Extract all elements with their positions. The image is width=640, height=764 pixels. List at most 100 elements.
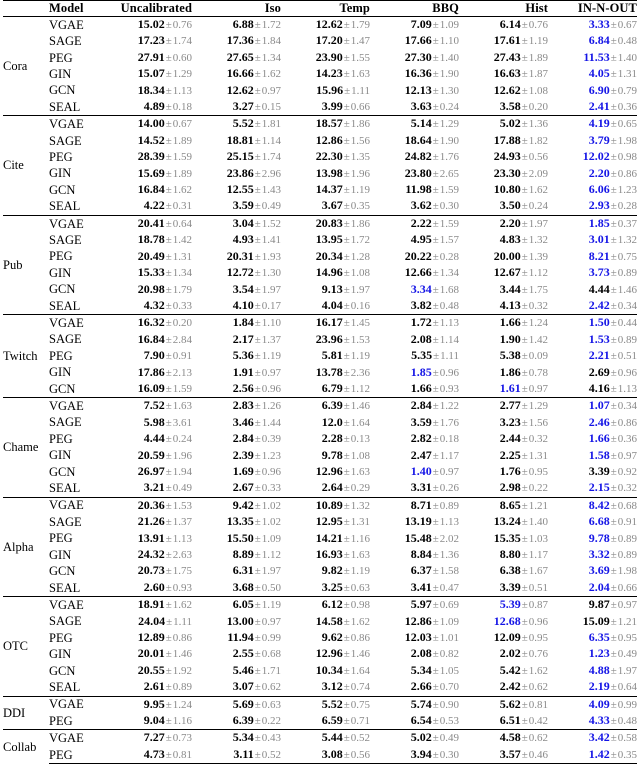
plus-minus-icon: ± bbox=[432, 267, 439, 280]
group-label-chame: Chame bbox=[3, 397, 49, 498]
metric-cell: 9.87±0.97 bbox=[548, 596, 637, 614]
plus-minus-icon: ± bbox=[432, 449, 439, 462]
model-label: SAGE bbox=[49, 232, 82, 247]
plus-minus-icon: ± bbox=[165, 400, 172, 413]
mean-value: 4.44 bbox=[143, 431, 165, 446]
std-value: 1.34 bbox=[439, 267, 459, 280]
metric-cell: 18.81±1.14 bbox=[192, 133, 281, 149]
metric-cell: 6.51±0.42 bbox=[459, 713, 548, 730]
mean-value: 23.30 bbox=[493, 165, 521, 180]
mean-value: 2.60 bbox=[143, 579, 165, 594]
std-value: 1.02 bbox=[261, 516, 281, 529]
table-row: GCN 20.55±1.92 5.46±1.71 10.34±1.64 5.34±1.0… bbox=[3, 663, 637, 679]
mean-value: 9.82 bbox=[321, 563, 343, 578]
table-row: GCN 20.73±1.75 6.31±1.97 9.82±1.19 6.37±1.58… bbox=[3, 563, 637, 579]
plus-minus-icon: ± bbox=[610, 482, 617, 495]
best-value: 8.21 bbox=[588, 248, 610, 263]
metric-cell: 27.91±0.60 bbox=[103, 50, 192, 66]
plus-minus-icon: ± bbox=[165, 19, 172, 31]
mean-value: 20.41 bbox=[137, 215, 165, 230]
plus-minus-icon: ± bbox=[254, 118, 261, 131]
plus-minus-icon: ± bbox=[343, 151, 350, 164]
mean-value: 9.95 bbox=[143, 696, 165, 711]
plus-minus-icon: ± bbox=[343, 299, 350, 312]
mean-value: 3.57 bbox=[499, 746, 521, 761]
metric-cell: 12.86±1.56 bbox=[281, 133, 370, 149]
table-row: SAGE 14.52±1.89 18.81±1.14 12.86±1.56 18.64±… bbox=[3, 133, 637, 149]
plus-minus-icon: ± bbox=[521, 101, 528, 114]
metric-cell: 18.34±1.13 bbox=[103, 83, 192, 99]
std-value: 1.17 bbox=[439, 449, 459, 462]
metric-cell: 2.82±0.18 bbox=[370, 431, 459, 447]
std-value: 1.58 bbox=[439, 565, 459, 578]
mean-value: 12.0 bbox=[321, 414, 343, 429]
std-value: 1.59 bbox=[439, 217, 459, 230]
mean-value: 1.84 bbox=[232, 315, 254, 330]
metric-cell: 15.09±1.21 bbox=[548, 614, 637, 630]
std-value: 1.93 bbox=[261, 250, 281, 263]
metric-cell: 10.80±1.62 bbox=[459, 182, 548, 198]
plus-minus-icon: ± bbox=[610, 101, 617, 114]
mean-value: 4.83 bbox=[499, 232, 521, 247]
metric-cell: 13.95±1.72 bbox=[281, 232, 370, 248]
mean-value: 23.86 bbox=[226, 165, 254, 180]
plus-minus-icon: ± bbox=[254, 465, 261, 478]
metric-cell: 2.04±0.66 bbox=[548, 580, 637, 597]
mean-value: 6.59 bbox=[321, 713, 343, 728]
plus-minus-icon: ± bbox=[521, 615, 528, 628]
mean-value: 2.56 bbox=[232, 380, 254, 395]
plus-minus-icon: ± bbox=[254, 732, 261, 745]
model-label: SAGE bbox=[49, 514, 82, 529]
std-value: 0.98 bbox=[617, 151, 637, 164]
mean-value: 24.32 bbox=[137, 547, 165, 561]
std-value: 0.46 bbox=[528, 748, 548, 761]
std-value: 0.43 bbox=[261, 732, 281, 745]
std-value: 1.14 bbox=[261, 134, 281, 147]
mean-value: 3.07 bbox=[232, 679, 254, 694]
metric-cell: 3.33±0.67 bbox=[548, 17, 637, 34]
mean-value: 2.77 bbox=[499, 398, 521, 413]
std-value: 0.62 bbox=[528, 681, 548, 694]
metric-cell: 2.77±1.29 bbox=[459, 397, 548, 415]
metric-cell: 22.30±1.35 bbox=[281, 149, 370, 165]
std-value: 1.19 bbox=[350, 184, 370, 197]
std-value: 1.08 bbox=[528, 84, 548, 97]
mean-value: 21.26 bbox=[137, 514, 165, 529]
std-value: 0.49 bbox=[172, 482, 192, 495]
mean-value: 3.39 bbox=[499, 579, 521, 594]
plus-minus-icon: ± bbox=[165, 250, 172, 263]
std-value: 1.64 bbox=[350, 416, 370, 429]
plus-minus-icon: ± bbox=[165, 283, 172, 296]
table-row: Chame VGAE 7.52±1.63 2.83±1.26 6.39±1.46 2.84… bbox=[3, 397, 637, 498]
std-value: 0.75 bbox=[617, 250, 637, 263]
mean-value: 14.21 bbox=[315, 530, 343, 545]
metric-cell: 2.67±0.33 bbox=[192, 480, 281, 497]
column-header-model: Model bbox=[49, 0, 103, 17]
std-value: 1.09 bbox=[261, 532, 281, 545]
table-row: DDI VGAE 9.95±1.24 5.69±0.63 5.52±0.75 5.74±0… bbox=[3, 695, 637, 730]
best-value: 6.35 bbox=[588, 630, 610, 645]
std-value: 0.26 bbox=[439, 482, 459, 495]
best-value: 6.68 bbox=[588, 514, 610, 529]
metric-cell: 12.62±1.79 bbox=[281, 17, 370, 34]
plus-minus-icon: ± bbox=[254, 416, 261, 429]
metric-cell: 13.98±1.96 bbox=[281, 166, 370, 182]
metric-cell: 17.88±1.82 bbox=[459, 133, 548, 149]
std-value: 0.62 bbox=[261, 681, 281, 694]
metric-cell: 2.25±1.31 bbox=[459, 448, 548, 464]
std-value: 1.32 bbox=[528, 234, 548, 247]
std-value: 1.39 bbox=[528, 250, 548, 263]
mean-value: 3.31 bbox=[410, 480, 432, 495]
mean-value: 16.66 bbox=[226, 66, 254, 81]
plus-minus-icon: ± bbox=[432, 283, 439, 296]
std-value: 0.30 bbox=[439, 748, 459, 761]
metric-cell: 6.54±0.53 bbox=[370, 713, 459, 730]
metric-cell: 12.13±1.30 bbox=[370, 83, 459, 99]
std-value: 1.34 bbox=[261, 51, 281, 64]
table-row: GCN 18.34±1.13 12.62±0.97 15.96±1.11 12.13±1… bbox=[3, 83, 637, 99]
plus-minus-icon: ± bbox=[343, 51, 350, 64]
mean-value: 2.22 bbox=[410, 215, 432, 230]
plus-minus-icon: ± bbox=[610, 35, 617, 48]
std-value: 1.19 bbox=[528, 35, 548, 48]
metric-cell: 2.42±0.34 bbox=[548, 298, 637, 315]
